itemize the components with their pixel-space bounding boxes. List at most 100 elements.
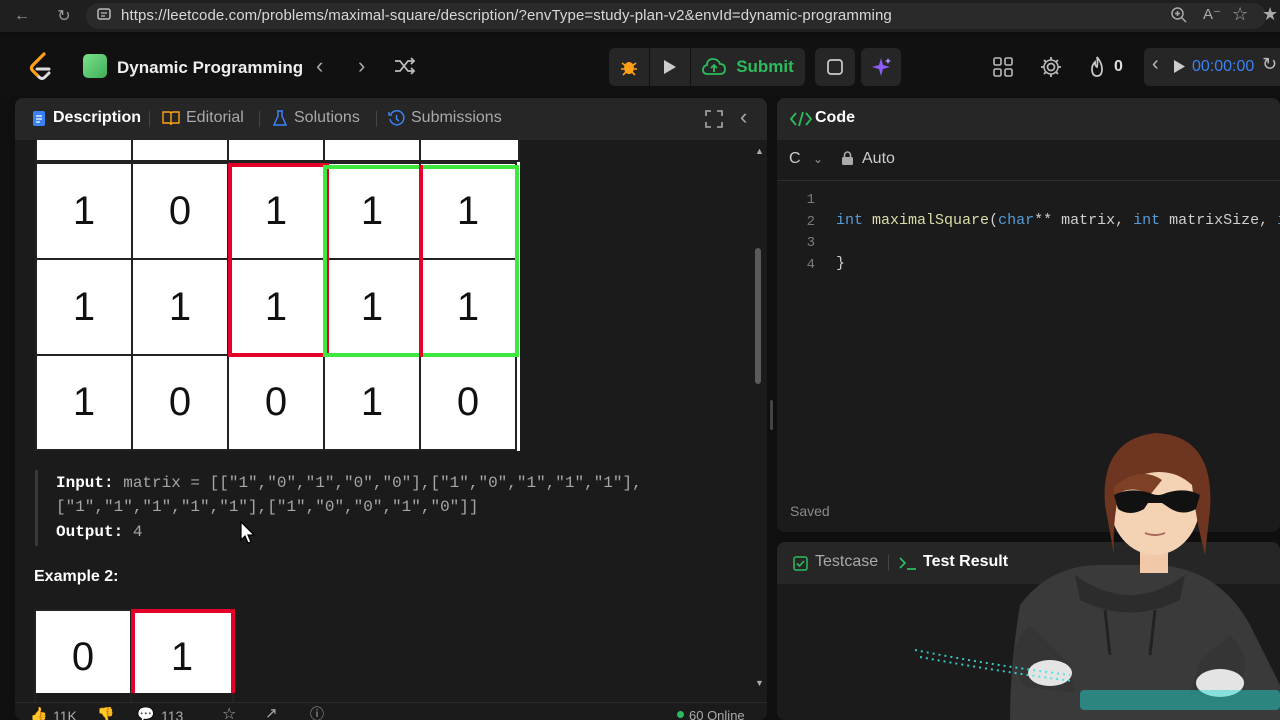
cloud-upload-icon (702, 58, 727, 75)
shuffle-icon[interactable] (394, 57, 416, 80)
bug-icon (621, 62, 637, 76)
collapse-panel-chevron-icon[interactable]: ‹ (740, 104, 747, 130)
line-number: 4 (806, 257, 815, 273)
next-problem-chevron-icon[interactable]: › (358, 53, 365, 79)
timer-reset-icon[interactable]: ↻ (1262, 54, 1277, 75)
matrix-cell: 1 (35, 162, 133, 260)
settings-gear-icon[interactable] (1040, 56, 1062, 83)
example1-output: Output: 4 (56, 523, 142, 541)
run-button[interactable] (650, 48, 690, 86)
matrix-cell: 0 (131, 354, 229, 451)
line-number: 1 (806, 192, 815, 208)
share-icon[interactable]: ↗ (265, 704, 278, 720)
language-label: C (789, 150, 801, 167)
scroll-down-arrow-icon[interactable]: ▼ (755, 678, 764, 688)
online-status-dot (677, 711, 684, 718)
tab-testcase[interactable]: Testcase (815, 553, 878, 571)
sparkle-icon (872, 58, 891, 76)
dislike-thumb-icon[interactable]: 👎 (97, 706, 114, 720)
matrix-cell: 0 (131, 162, 229, 260)
submissions-history-icon (388, 110, 405, 126)
zoom-icon[interactable] (1170, 6, 1188, 29)
input-label: Input: (56, 474, 114, 492)
testcase-checkbox-icon (793, 556, 808, 571)
streak-count: 0 (1114, 58, 1123, 75)
example-quote-bar (35, 470, 38, 546)
code-title[interactable]: Code (815, 109, 855, 127)
layout-grid-icon[interactable] (993, 57, 1013, 82)
help-question-icon[interactable]: ⓘ (310, 704, 324, 720)
streak-flame-icon[interactable] (1088, 56, 1106, 83)
comment-bubble-icon[interactable]: 💬 (137, 706, 154, 720)
scrollbar-thumb[interactable] (755, 248, 761, 384)
back-arrow-icon[interactable]: ← (8, 2, 36, 30)
like-thumb-icon[interactable]: 👍 (30, 706, 47, 720)
grid-line (419, 140, 421, 162)
language-selector[interactable]: C ⌄ (789, 150, 823, 168)
code-brackets-icon (790, 111, 812, 127)
tab-solutions[interactable]: Solutions (294, 109, 360, 127)
url-text: https://leetcode.com/problems/maximal-sq… (121, 7, 892, 24)
study-plan-icon[interactable] (83, 54, 107, 78)
maximize-icon[interactable] (705, 110, 723, 128)
red-square-highlight-edge (419, 165, 423, 357)
code-line-text: int maximalSquare(char** matrix, int mat… (836, 212, 1280, 229)
grid-line (227, 140, 229, 162)
editorial-book-icon (162, 111, 180, 126)
online-count: 60 Online (689, 708, 745, 720)
timer-play-icon[interactable] (1173, 59, 1186, 79)
grid-line (323, 140, 325, 162)
top-nav: Dynamic Programming ‹ › Submit 0 ‹ 00:00… (0, 38, 1280, 96)
tab-divider (888, 555, 889, 571)
description-panel: Description Editorial Solutions Submissi… (15, 98, 767, 720)
study-plan-title[interactable]: Dynamic Programming (117, 58, 303, 78)
matrix-cell: 1 (35, 354, 133, 451)
favorites-icon[interactable]: ★ (1262, 4, 1278, 25)
solutions-flask-icon (273, 110, 287, 126)
description-scrollbar[interactable]: ▲ ▼ (753, 142, 764, 692)
line-number: 3 (806, 235, 815, 251)
autocomplete-mode[interactable]: Auto (862, 150, 895, 168)
input-value-line2: ["1","1","1","1","1"],["1","0","0","1","… (56, 498, 479, 516)
output-label: Output: (56, 523, 124, 541)
input-value-line1: matrix = [["1","0","1","0","0"],["1","0"… (123, 474, 642, 492)
matrix-cell: 1 (35, 258, 133, 356)
leetcode-logo-icon[interactable] (28, 52, 54, 87)
ai-assistant-button[interactable] (861, 48, 901, 86)
reload-icon[interactable]: ↻ (50, 2, 78, 30)
vtuber-avatar-overlay (914, 433, 1280, 720)
scroll-up-arrow-icon[interactable]: ▲ (755, 146, 764, 156)
red-square-highlight (228, 163, 329, 357)
mouse-cursor-icon (240, 521, 256, 544)
tab-description[interactable]: Description (53, 109, 141, 127)
tab-submissions[interactable]: Submissions (411, 109, 502, 127)
read-aloud-icon[interactable]: A⁻ (1203, 5, 1221, 23)
example1-matrix-image: 1 0 1 1 1 1 1 1 1 1 1 0 0 1 0 (35, 140, 520, 451)
notes-button[interactable] (815, 48, 855, 86)
site-info-icon[interactable] (96, 6, 112, 22)
panel-resize-handle[interactable] (770, 400, 773, 430)
note-icon (827, 59, 843, 75)
tab-divider (149, 111, 150, 127)
grid-line (131, 140, 133, 162)
example2-title: Example 2: (34, 568, 119, 585)
matrix-cell: 0 (419, 354, 517, 451)
play-icon (664, 60, 676, 74)
bookmark-star-icon[interactable]: ☆ (1232, 4, 1248, 25)
code-line-2: int maximalSquare(char** matrix, int mat… (836, 212, 1280, 229)
favorite-star-icon[interactable]: ☆ (222, 704, 236, 720)
prev-problem-chevron-icon[interactable]: ‹ (316, 53, 323, 79)
description-footer (15, 702, 767, 720)
tab-editorial[interactable]: Editorial (186, 109, 244, 127)
submit-button[interactable]: Submit (691, 48, 805, 86)
comment-count: 113 (161, 708, 184, 720)
submit-label: Submit (736, 57, 794, 76)
saved-status: Saved (790, 503, 830, 519)
timer-collapse-chevron-icon[interactable]: ‹ (1152, 53, 1159, 76)
debug-button[interactable] (609, 48, 649, 86)
matrix-top-row-cropped (35, 140, 520, 162)
tab-divider (259, 111, 260, 127)
example2-matrix-image: 0 1 (34, 609, 235, 703)
output-value: 4 (132, 523, 143, 541)
matrix-cell: 0 (227, 354, 325, 451)
